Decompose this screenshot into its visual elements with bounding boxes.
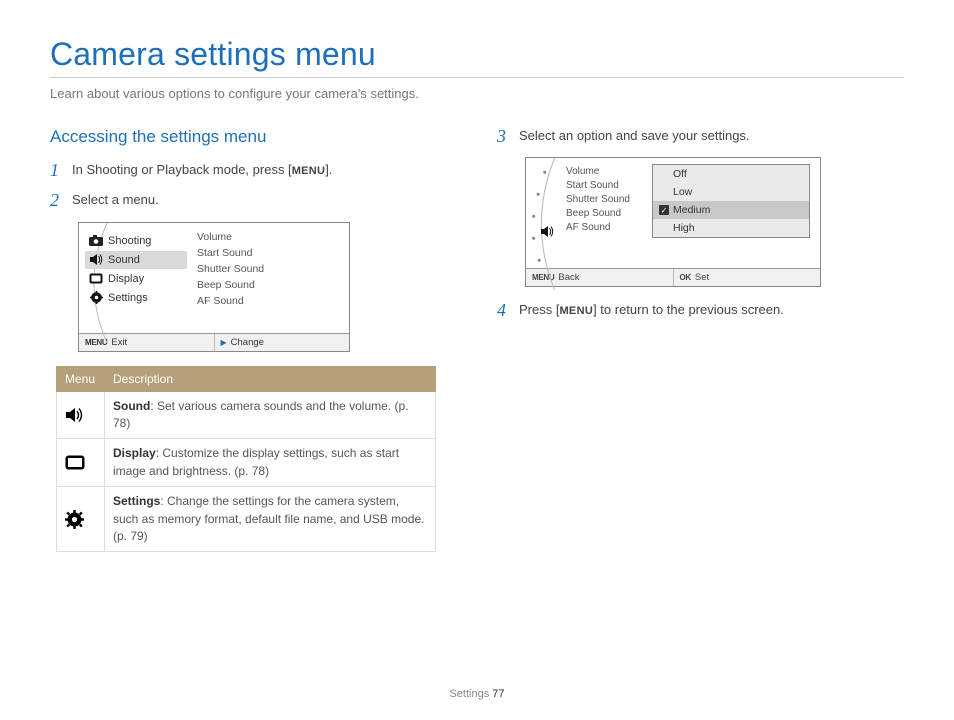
step-text: Select an option and save your settings. [519,127,750,145]
footer-label: Back [558,272,579,283]
menu-item-settings: Settings [85,289,187,307]
step-text-b: ] to return to the previous screen. [593,302,784,317]
row-desc: : Set various camera sounds and the volu… [113,399,408,430]
row-desc: : Change the settings for the camera sys… [113,494,424,543]
step-number: 1 [50,161,64,179]
footer-set: OK Set [673,269,821,286]
speaker-icon [540,202,554,260]
footer-exit: MENU Exit [79,334,214,351]
submenu-item: Shutter Sound [566,194,630,205]
option-label: Off [673,168,687,180]
step-number: 4 [497,301,511,319]
option-low: Low [653,183,809,201]
footer-page-number: 77 [492,688,504,700]
menu-item-label: Display [108,273,144,285]
menu-item-label: Sound [108,254,140,266]
menu-item-shooting: Shooting [85,232,187,250]
submenu-item: Beep Sound [566,208,630,219]
menu-button-label: MENU [559,305,593,317]
row-title: Sound [113,399,150,413]
option-label: Low [673,186,692,198]
display-icon [57,439,105,487]
menu-button-label: MENU [292,165,326,177]
submenu-item: Beep Sound [197,279,343,291]
footer-section: Settings [449,688,489,700]
triangle-right-icon: ▶ [221,338,227,347]
option-label: Medium [673,204,710,216]
footer-back: MENU Back [526,269,673,286]
page-subtitle: Learn about various options to configure… [50,86,904,101]
step-number: 2 [50,191,64,209]
footer-label: Set [695,272,709,283]
ok-key-icon: OK [680,273,691,282]
option-off: Off [653,165,809,183]
menu-item-display: Display [85,270,187,288]
menu-item-label: Settings [108,292,148,304]
step-4: 4 Press [MENU] to return to the previous… [497,301,904,319]
submenu-item: AF Sound [566,222,630,233]
table-header-menu: Menu [57,366,105,391]
submenu-item: Start Sound [197,247,343,259]
option-medium: ✓ Medium [653,201,809,219]
option-high: High [653,219,809,237]
title-divider [50,77,904,78]
submenu-item: Shutter Sound [197,263,343,275]
step-number: 3 [497,127,511,145]
page-footer: Settings 77 [0,688,954,700]
table-header-description: Description [105,366,436,391]
footer-label: Change [231,337,264,348]
gear-icon [89,292,103,304]
camera-screen-menu: Shooting Sound Display [78,222,350,352]
step-text-a: In Shooting or Playback mode, press [ [72,162,292,177]
speaker-icon [89,254,103,266]
footer-change: ▶ Change [214,334,350,351]
submenu-item: AF Sound [197,295,343,307]
step-2: 2 Select a menu. [50,191,457,209]
table-cell: Display: Customize the display settings,… [105,439,436,487]
row-title: Display [113,446,156,460]
page-title: Camera settings menu [50,36,904,73]
table-row: Settings: Change the settings for the ca… [57,487,436,552]
option-label: High [673,222,695,234]
step-text: In Shooting or Playback mode, press [MEN… [72,161,333,179]
submenu-item: Volume [566,166,630,177]
step-text-a: Press [ [519,302,559,317]
submenu-item: Volume [197,231,343,243]
step-text-b: ]. [325,162,332,177]
table-cell: Sound: Set various camera sounds and the… [105,391,436,439]
step-text: Press [MENU] to return to the previous s… [519,301,784,319]
table-row: Display: Customize the display settings,… [57,439,436,487]
submenu-item: Start Sound [566,180,630,191]
option-list: Off Low ✓ Medium High [652,164,810,238]
footer-label: Exit [111,337,127,348]
step-1: 1 In Shooting or Playback mode, press [M… [50,161,457,179]
row-title: Settings [113,494,160,508]
description-table: Menu Description Sound: Set various came… [56,366,436,553]
section-heading: Accessing the settings menu [50,127,457,147]
menu-key-icon: MENU [532,273,554,282]
left-column: Accessing the settings menu 1 In Shootin… [50,127,457,552]
step-text: Select a menu. [72,191,159,209]
display-icon [89,273,103,285]
check-icon: ✓ [659,205,669,215]
menu-item-sound: Sound [85,251,187,269]
menu-key-icon: MENU [85,338,107,347]
speaker-icon [57,391,105,439]
camera-icon [89,235,103,247]
table-cell: Settings: Change the settings for the ca… [105,487,436,552]
gear-icon [57,487,105,552]
menu-item-label: Shooting [108,235,151,247]
step-3: 3 Select an option and save your setting… [497,127,904,145]
right-column: 3 Select an option and save your setting… [497,127,904,552]
camera-screen-options: Volume Start Sound Shutter Sound Beep So… [525,157,821,287]
row-desc: : Customize the display settings, such a… [113,446,399,477]
table-row: Sound: Set various camera sounds and the… [57,391,436,439]
